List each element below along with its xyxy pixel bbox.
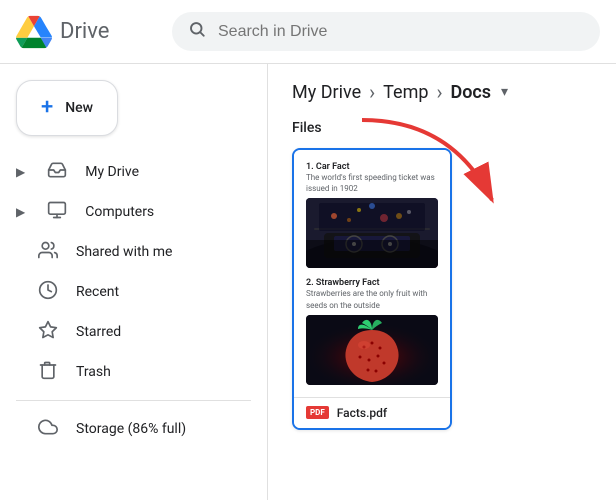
main-layout: + New ▶ My Drive ▶: [0, 64, 616, 500]
files-section: Files 1. Car Fact: [292, 120, 592, 430]
chevron-right-icon: ▶: [16, 205, 25, 219]
people-icon: [36, 240, 60, 265]
breadcrumb-docs[interactable]: Docs: [450, 82, 491, 103]
cloud-icon: [36, 417, 60, 442]
sidebar-item-recent[interactable]: Recent: [0, 272, 251, 312]
search-bar[interactable]: [172, 12, 600, 51]
app-title: Drive: [60, 19, 109, 44]
file-card-footer: PDF Facts.pdf: [294, 397, 450, 428]
sidebar-item-storage[interactable]: Storage (86% full): [0, 409, 251, 449]
star-icon: [36, 320, 60, 345]
chevron-right-icon: ▶: [16, 165, 25, 179]
clock-icon: [36, 280, 60, 305]
search-icon: [188, 20, 206, 43]
drive-logo-icon: [16, 14, 52, 50]
fact-title: 1. Car Fact: [306, 162, 438, 172]
sidebar: + New ▶ My Drive ▶: [0, 64, 268, 500]
car-image: [306, 198, 438, 268]
sidebar-item-shared-with-me[interactable]: Shared with me: [0, 232, 251, 272]
sidebar-item-label: Trash: [76, 364, 111, 380]
strawberry-image: [306, 315, 438, 385]
sidebar-divider: [16, 400, 251, 401]
fact-2: 2. Strawberry Fact Strawberries are the …: [306, 278, 438, 384]
sidebar-item-computers[interactable]: ▶ Computers: [0, 192, 251, 232]
fact-title: 2. Strawberry Fact: [306, 278, 438, 288]
breadcrumb-temp[interactable]: Temp: [383, 82, 428, 103]
fact-text: The world's first speeding ticket was is…: [306, 172, 438, 194]
file-name: Facts.pdf: [337, 406, 387, 420]
sidebar-item-label: My Drive: [85, 164, 139, 180]
fact-1: 1. Car Fact The world's first speeding t…: [306, 162, 438, 268]
logo-area: Drive: [16, 14, 156, 50]
file-card[interactable]: 1. Car Fact The world's first speeding t…: [292, 148, 452, 430]
fact-text: Strawberries are the only fruit with see…: [306, 288, 438, 310]
sidebar-item-label: Shared with me: [76, 244, 172, 260]
breadcrumb: My Drive › Temp › Docs ▾: [292, 80, 592, 104]
sidebar-item-starred[interactable]: Starred: [0, 312, 251, 352]
content-area: My Drive › Temp › Docs ▾ Files: [268, 64, 616, 500]
sidebar-item-label: Storage (86% full): [76, 421, 186, 437]
breadcrumb-my-drive[interactable]: My Drive: [292, 82, 361, 103]
plus-icon: +: [41, 97, 53, 119]
breadcrumb-separator: ›: [436, 80, 442, 104]
new-button-label: New: [65, 100, 93, 116]
new-button[interactable]: + New: [16, 80, 118, 136]
breadcrumb-separator: ›: [369, 80, 375, 104]
sidebar-item-label: Starred: [76, 324, 121, 340]
pdf-badge: PDF: [306, 406, 329, 419]
trash-icon: [36, 360, 60, 385]
sidebar-item-trash[interactable]: Trash: [0, 352, 251, 392]
sidebar-item-label: Recent: [76, 284, 119, 300]
files-grid: 1. Car Fact The world's first speeding t…: [292, 148, 592, 430]
section-label: Files: [292, 120, 592, 136]
breadcrumb-dropdown-icon[interactable]: ▾: [501, 84, 508, 100]
file-preview: 1. Car Fact The world's first speeding t…: [294, 150, 450, 397]
sidebar-item-my-drive[interactable]: ▶ My Drive: [0, 152, 251, 192]
computer-icon: [45, 200, 69, 225]
sidebar-item-label: Computers: [85, 204, 154, 220]
header: Drive: [0, 0, 616, 64]
search-input[interactable]: [218, 23, 584, 41]
drive-icon: [45, 160, 69, 185]
